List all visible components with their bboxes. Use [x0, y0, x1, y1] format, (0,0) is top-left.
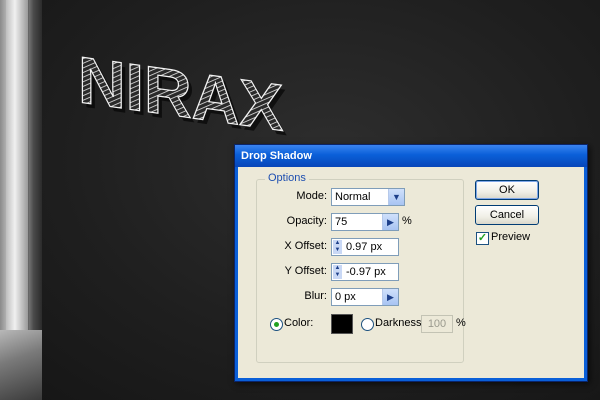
color-radio[interactable] — [270, 318, 283, 331]
blur-value: 0 px — [335, 291, 356, 303]
x-offset-stepper[interactable]: ▲ ▼ 0.97 px — [331, 238, 399, 256]
mode-label: Mode: — [296, 190, 327, 202]
bevel-highlight — [6, 0, 29, 330]
bevel-foot — [0, 330, 42, 400]
dialog-body: Options Mode: Normal ▼ Opacity: 75 ▶ % X… — [235, 167, 587, 381]
preview-checkbox[interactable]: ✓ — [476, 232, 489, 245]
chevron-down-icon[interactable]: ▼ — [388, 189, 404, 205]
y-offset-value: -0.97 px — [346, 266, 386, 278]
mode-value: Normal — [335, 191, 371, 203]
opacity-value: 75 — [335, 216, 348, 228]
options-legend: Options — [265, 172, 309, 184]
drop-shadow-dialog: Drop Shadow Options Mode: Normal ▼ Opaci… — [234, 144, 588, 382]
blur-label: Blur: — [304, 290, 327, 302]
shadow-color-swatch[interactable] — [331, 314, 353, 334]
preview-label: Preview — [491, 231, 531, 243]
mode-select[interactable]: Normal ▼ — [331, 188, 405, 206]
chevron-right-icon[interactable]: ▶ — [382, 214, 398, 230]
opacity-label: Opacity: — [286, 215, 327, 227]
darkness-input[interactable]: 100 — [421, 315, 453, 333]
blur-input[interactable]: 0 px ▶ — [331, 288, 399, 306]
beveled-object — [0, 0, 42, 400]
darkness-radio[interactable] — [361, 318, 374, 331]
dialog-title[interactable]: Drop Shadow — [235, 145, 587, 167]
darkness-unit: % — [456, 317, 466, 329]
logo-text: NIRAX — [78, 43, 283, 145]
cancel-button[interactable]: Cancel — [475, 205, 539, 225]
x-offset-value: 0.97 px — [346, 241, 383, 253]
y-offset-stepper[interactable]: ▲ ▼ -0.97 px — [331, 263, 399, 281]
x-offset-label: X Offset: — [284, 240, 327, 252]
color-label: Color: — [284, 317, 314, 329]
darkness-label: Darkness: — [375, 317, 425, 329]
spin-arrows-icon[interactable]: ▲ ▼ — [333, 265, 342, 279]
opacity-unit: % — [402, 215, 412, 227]
chevron-right-icon[interactable]: ▶ — [382, 289, 398, 305]
opacity-input[interactable]: 75 ▶ — [331, 213, 399, 231]
options-group: Options Mode: Normal ▼ Opacity: 75 ▶ % X… — [256, 172, 466, 363]
spin-arrows-icon[interactable]: ▲ ▼ — [333, 240, 342, 254]
ok-button[interactable]: OK — [475, 180, 539, 200]
y-offset-label: Y Offset: — [284, 265, 327, 277]
